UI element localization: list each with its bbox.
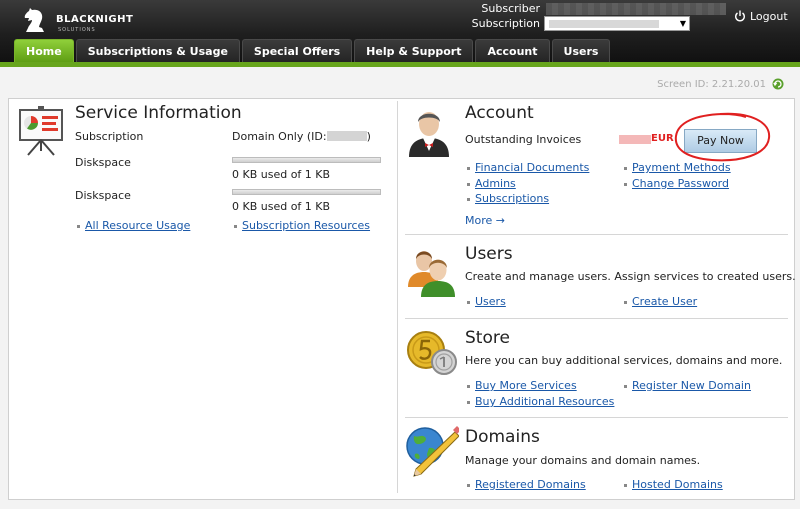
subscriber-label: Subscriber xyxy=(481,2,540,15)
coins-icon xyxy=(407,331,457,375)
users-group-icon xyxy=(408,251,455,297)
bullet xyxy=(467,301,470,304)
section-divider xyxy=(405,417,788,418)
chevron-down-icon: ▼ xyxy=(679,19,686,28)
bullet xyxy=(624,301,627,304)
logout-label: Logout xyxy=(750,10,788,23)
bullet xyxy=(234,225,237,228)
section-divider xyxy=(405,234,788,235)
financial-documents-link[interactable]: Financial Documents xyxy=(475,161,589,174)
bullet xyxy=(77,225,80,228)
subscription-value: Domain Only (ID:) xyxy=(232,130,371,143)
bullet xyxy=(467,401,470,404)
diskspace-label-1: Diskspace xyxy=(75,156,131,169)
domains-title: Domains xyxy=(465,427,540,447)
diskspace-usage-1: 0 KB used of 1 KB xyxy=(232,168,331,181)
change-password-link[interactable]: Change Password xyxy=(632,177,729,190)
brand-logo[interactable]: BLACKNIGHT SOLUTIONS xyxy=(14,8,133,34)
subscription-label: Subscription xyxy=(75,130,144,143)
bullet xyxy=(467,198,470,201)
create-user-link[interactable]: Create User xyxy=(632,295,697,308)
globe-pencil-icon xyxy=(406,426,459,477)
top-bar: BLACKNIGHT SOLUTIONS Subscriber Subscrip… xyxy=(0,0,800,62)
subscription-value-close: ) xyxy=(366,130,371,143)
annotation-circle xyxy=(674,112,771,162)
account-title: Account xyxy=(465,103,534,123)
store-description: Here you can buy additional services, do… xyxy=(465,354,783,367)
knight-icon xyxy=(24,8,44,32)
diskspace-bar-2 xyxy=(232,189,381,195)
bullet xyxy=(624,167,627,170)
users-description: Create and manage users. Assign services… xyxy=(465,270,796,283)
bullet xyxy=(467,385,470,388)
tab-subscriptions-usage[interactable]: Subscriptions & Usage xyxy=(75,39,240,62)
users-title: Users xyxy=(465,244,513,264)
subscription-select[interactable]: ▼ xyxy=(544,16,690,31)
account-more-link[interactable]: More → xyxy=(465,214,505,227)
screen-id: Screen ID: 2.21.20.01 xyxy=(657,79,766,90)
admins-link[interactable]: Admins xyxy=(475,177,516,190)
subscriptions-link[interactable]: Subscriptions xyxy=(475,192,549,205)
bullet xyxy=(624,484,627,487)
bullet xyxy=(467,484,470,487)
buy-more-services-link[interactable]: Buy More Services xyxy=(475,379,577,392)
tab-home[interactable]: Home xyxy=(14,39,74,62)
all-resource-usage-link[interactable]: All Resource Usage xyxy=(85,219,190,232)
section-divider xyxy=(405,318,788,319)
register-new-domain-link[interactable]: Register New Domain xyxy=(632,379,751,392)
subscription-id xyxy=(326,131,367,141)
presentation-board-icon xyxy=(19,106,63,156)
outstanding-invoices-label: Outstanding Invoices xyxy=(465,133,582,146)
tab-help-support[interactable]: Help & Support xyxy=(354,39,474,62)
diskspace-label-2: Diskspace xyxy=(75,189,131,202)
subscription-resources-link[interactable]: Subscription Resources xyxy=(242,219,370,232)
tab-users[interactable]: Users xyxy=(551,39,611,62)
subscription-value-text: Domain Only (ID: xyxy=(232,130,327,143)
bullet xyxy=(624,385,627,388)
hosted-domains-link[interactable]: Hosted Domains xyxy=(632,478,723,491)
account-user-icon xyxy=(409,112,449,157)
subscription-select-value xyxy=(549,20,659,28)
refresh-icon[interactable] xyxy=(772,78,784,90)
payment-methods-link[interactable]: Payment Methods xyxy=(632,161,731,174)
tab-account[interactable]: Account xyxy=(475,39,550,62)
logout-button[interactable]: Logout xyxy=(734,10,788,23)
service-info-title: Service Information xyxy=(75,103,242,123)
subscription-label: Subscription xyxy=(471,17,540,30)
users-link[interactable]: Users xyxy=(475,295,506,308)
bullet xyxy=(467,167,470,170)
brand-name: BLACKNIGHT xyxy=(56,14,134,25)
diskspace-bar-1 xyxy=(232,157,381,163)
store-title: Store xyxy=(465,328,510,348)
registered-domains-link[interactable]: Registered Domains xyxy=(475,478,586,491)
tab-special-offers[interactable]: Special Offers xyxy=(241,39,353,62)
tab-underline xyxy=(0,62,800,67)
column-divider xyxy=(397,101,398,493)
domains-description: Manage your domains and domain names. xyxy=(465,454,701,467)
buy-additional-resources-link[interactable]: Buy Additional Resources xyxy=(475,395,614,408)
power-icon xyxy=(735,10,745,22)
bullet xyxy=(624,183,627,186)
outstanding-amount xyxy=(619,135,651,144)
main-tabs: Home Subscriptions & Usage Special Offer… xyxy=(14,39,612,62)
diskspace-usage-2: 0 KB used of 1 KB xyxy=(232,200,331,213)
brand-sub: SOLUTIONS xyxy=(58,27,96,33)
bullet xyxy=(467,183,470,186)
subscriber-value xyxy=(546,3,726,15)
